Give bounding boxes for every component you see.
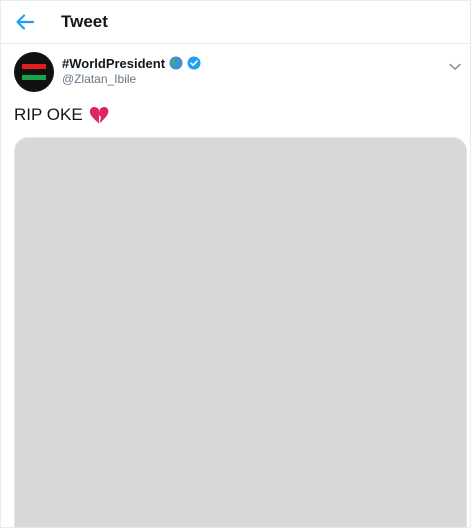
back-arrow-icon[interactable]	[14, 11, 36, 33]
page-title: Tweet	[61, 12, 108, 31]
tweet-text: RIP OKE	[14, 105, 83, 124]
tweet-body: RIP OKE	[14, 105, 110, 125]
author-name-row[interactable]: #WorldPresident	[62, 54, 201, 72]
tweet-media[interactable]	[14, 137, 467, 528]
author-handle[interactable]: @Zlatan_Ibile	[62, 72, 136, 86]
globe-icon	[169, 56, 183, 70]
avatar[interactable]	[14, 52, 54, 92]
chevron-down-icon[interactable]	[449, 58, 461, 71]
top-bar: Tweet	[0, 0, 471, 44]
author-display-name[interactable]: #WorldPresident	[62, 56, 165, 71]
broken-heart-icon	[88, 105, 110, 125]
flag-icon	[22, 64, 46, 80]
verified-icon	[187, 56, 201, 70]
